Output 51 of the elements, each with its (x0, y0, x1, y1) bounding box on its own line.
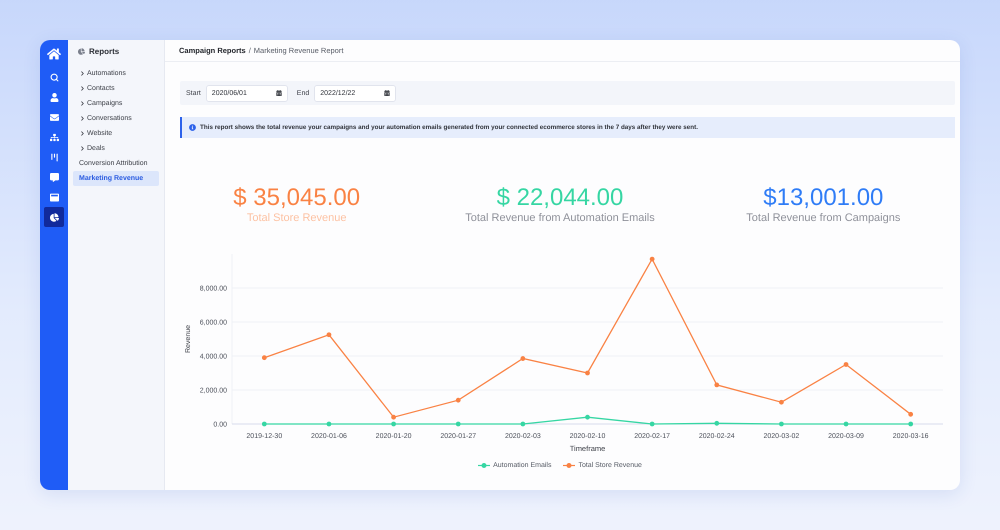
data-point (585, 370, 590, 376)
data-point (326, 332, 332, 338)
stat-label: Total Store Revenue (246, 211, 346, 225)
chevron-icon (80, 116, 85, 121)
chevron-icon (80, 131, 85, 136)
stat-value: $ 35,045.00 (233, 185, 360, 211)
data-point (650, 422, 655, 426)
calendar-icon (276, 90, 282, 96)
data-point (585, 414, 590, 420)
chevron-icon (80, 86, 85, 91)
calendar-icon (384, 90, 390, 96)
search-icon (50, 72, 58, 82)
sidebar-title: Reports (89, 46, 120, 56)
data-point (520, 356, 526, 361)
chat-bubble-icon (50, 172, 58, 182)
sitemap-icon (50, 132, 58, 142)
person-icon (50, 92, 58, 102)
data-point (844, 422, 848, 426)
pie-chart-icon (78, 48, 85, 54)
data-point (520, 422, 526, 426)
data-point (391, 422, 396, 426)
data-point (262, 422, 267, 426)
data-point (714, 420, 720, 426)
legend-marker-icon (478, 462, 490, 468)
window-icon (50, 192, 58, 202)
data-point (326, 422, 332, 426)
data-point (456, 398, 461, 403)
stat-label: Total Revenue from Campaigns (746, 211, 900, 225)
pie-chart-icon (50, 212, 58, 222)
columns-icon (50, 152, 58, 162)
data-point (714, 382, 720, 388)
data-point (391, 414, 396, 420)
chevron-icon (80, 71, 85, 76)
data-point (650, 256, 655, 262)
info-icon (189, 124, 196, 131)
data-point (779, 400, 784, 405)
stat-value: $ 22,044.00 (496, 185, 624, 211)
data-point (908, 412, 914, 417)
stat-value: $13,001.00 (763, 185, 884, 211)
chevron-icon (80, 146, 85, 151)
data-point (779, 422, 784, 426)
home-icon[interactable] (47, 46, 61, 60)
legend-marker-icon (563, 462, 576, 468)
data-point (844, 362, 848, 367)
nav-button[interactable] (44, 207, 64, 227)
data-point (908, 422, 914, 426)
data-point (262, 355, 267, 360)
stat-label: Total Revenue from Automation Emails (465, 211, 655, 225)
chevron-icon (80, 101, 85, 106)
envelope-icon (50, 112, 58, 122)
data-point (456, 422, 461, 426)
